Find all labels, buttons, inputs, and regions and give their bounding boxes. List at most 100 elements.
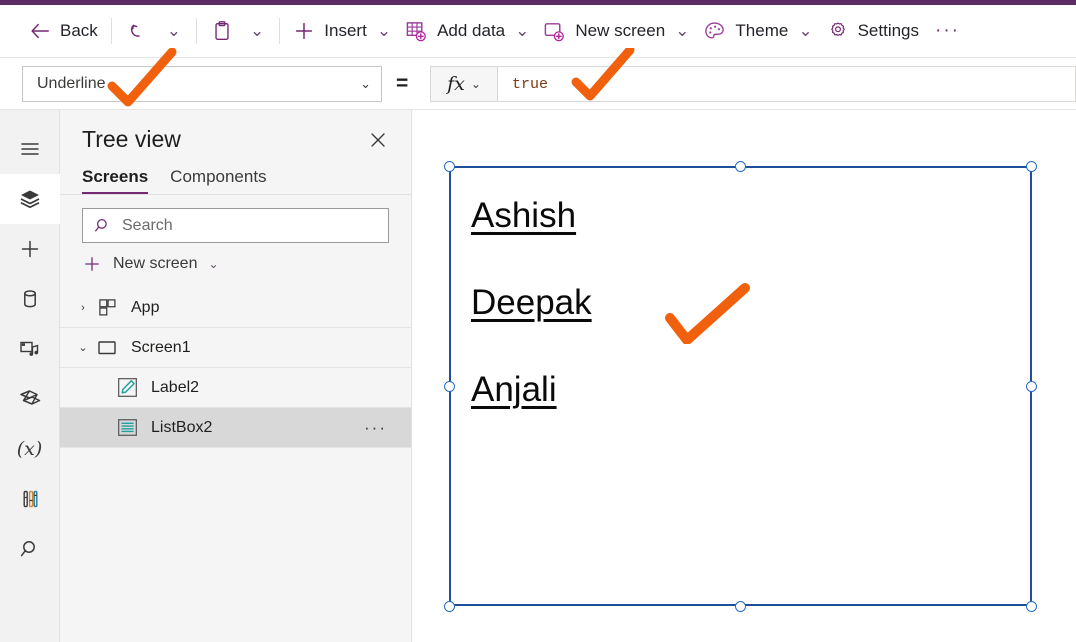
tree-item-label: ListBox2 xyxy=(151,418,213,436)
paste-icon xyxy=(212,20,232,42)
gear-icon xyxy=(827,20,849,42)
tree-item-screen1[interactable]: ⌄ Screen1 xyxy=(60,328,411,368)
power-automate-icon[interactable] xyxy=(0,374,60,424)
chevron-down-icon: ⌄ xyxy=(208,257,219,271)
tree-list: › App ⌄ Screen1 Label2 ListBox2 ··· xyxy=(60,288,411,448)
chevron-down-icon: ⌄ xyxy=(798,21,813,40)
separator xyxy=(279,18,281,44)
settings-label: Settings xyxy=(857,21,920,40)
media-icon[interactable] xyxy=(0,324,60,374)
property-dropdown[interactable]: Underline ⌄ xyxy=(22,66,382,102)
paste-button[interactable] xyxy=(203,11,241,51)
tree-item-label2[interactable]: Label2 xyxy=(60,368,411,408)
separator xyxy=(196,18,198,44)
settings-button[interactable]: Settings xyxy=(820,11,926,51)
resize-handle-bottom-right[interactable] xyxy=(1026,601,1037,612)
resize-handle-bottom-left[interactable] xyxy=(444,601,455,612)
tree-item-context-menu-button[interactable]: ··· xyxy=(364,418,387,438)
listbox-control[interactable]: Ashish Deepak Anjali xyxy=(449,166,1032,606)
search-icon[interactable] xyxy=(0,524,60,574)
ellipsis-icon: ··· xyxy=(935,20,960,41)
formula-text: true xyxy=(512,75,549,93)
arrow-left-icon xyxy=(29,20,51,42)
screen-icon xyxy=(94,338,120,358)
new-screen-tree-button[interactable]: New screen ⌄ xyxy=(60,243,411,274)
theme-label: Theme xyxy=(735,21,789,40)
new-screen-icon xyxy=(543,20,566,43)
left-icon-rail: (x) xyxy=(0,110,60,642)
new-screen-tree-label: New screen xyxy=(113,255,198,272)
search-input[interactable]: Search xyxy=(82,208,389,243)
chevron-down-icon: ⌄ xyxy=(376,21,392,40)
listbox-item[interactable]: Deepak xyxy=(471,283,592,323)
undo-dropdown-button[interactable]: ⌄ xyxy=(158,11,190,51)
tools-icon[interactable] xyxy=(0,474,60,524)
undo-icon xyxy=(127,20,149,42)
variables-icon[interactable]: (x) xyxy=(0,424,60,474)
search-placeholder: Search xyxy=(122,216,173,234)
tab-components-label: Components xyxy=(170,167,267,186)
back-label: Back xyxy=(60,21,98,40)
resize-handle-top-right[interactable] xyxy=(1026,161,1037,172)
undo-button[interactable] xyxy=(118,11,158,51)
label-icon xyxy=(114,377,140,398)
tree-view-panel: Tree view Screens Components Search New … xyxy=(60,110,412,642)
resize-handle-top-center[interactable] xyxy=(735,161,746,172)
plus-icon xyxy=(293,20,315,42)
equals-sign: = xyxy=(396,72,409,95)
panel-title: Tree view xyxy=(82,126,181,152)
chevron-down-icon: ⌄ xyxy=(470,77,481,91)
tab-components[interactable]: Components xyxy=(170,167,266,194)
close-icon[interactable] xyxy=(367,129,389,151)
chevron-down-icon: ⌄ xyxy=(250,21,265,40)
search-container: Search xyxy=(60,195,411,243)
power-apps-studio: Back ⌄ ⌄ Insert ⌄ Add data ⌄ New screen … xyxy=(0,0,1076,642)
search-icon xyxy=(93,216,112,235)
resize-handle-top-left[interactable] xyxy=(444,161,455,172)
property-dropdown-value: Underline xyxy=(37,75,106,92)
tree-view-tabs: Screens Components xyxy=(60,153,411,195)
listbox-item[interactable]: Anjali xyxy=(471,370,557,410)
tree-item-label: Screen1 xyxy=(131,338,191,356)
listbox-item[interactable]: Ashish xyxy=(471,196,576,236)
fx-button[interactable]: fx ⌄ xyxy=(430,66,498,102)
separator xyxy=(110,18,112,44)
tab-screens[interactable]: Screens xyxy=(82,167,149,194)
menu-icon[interactable] xyxy=(0,124,60,174)
resize-handle-middle-right[interactable] xyxy=(1026,381,1037,392)
chevron-down-icon: ⌄ xyxy=(675,21,690,40)
listbox-icon xyxy=(114,417,140,438)
insert-icon[interactable] xyxy=(0,224,60,274)
tab-screens-label: Screens xyxy=(82,167,149,186)
insert-button[interactable]: Insert ⌄ xyxy=(286,11,398,51)
add-data-icon xyxy=(405,20,428,43)
resize-handle-bottom-center[interactable] xyxy=(735,601,746,612)
add-data-button[interactable]: Add data ⌄ xyxy=(398,11,536,51)
insert-label: Insert xyxy=(324,21,367,40)
paste-dropdown-button[interactable]: ⌄ xyxy=(241,11,273,51)
palette-icon xyxy=(703,20,726,43)
chevron-down-icon[interactable]: ⌄ xyxy=(72,341,94,354)
command-bar: Back ⌄ ⌄ Insert ⌄ Add data ⌄ New screen … xyxy=(0,5,1076,58)
tree-item-label: Label2 xyxy=(151,378,200,396)
app-canvas[interactable]: Ashish Deepak Anjali xyxy=(412,110,1076,642)
data-icon[interactable] xyxy=(0,274,60,324)
tree-item-label: App xyxy=(131,298,160,316)
chevron-down-icon: ⌄ xyxy=(166,21,182,40)
chevron-right-icon[interactable]: › xyxy=(72,302,94,314)
tree-item-listbox2[interactable]: ListBox2 ··· xyxy=(60,408,411,448)
tree-item-app[interactable]: › App xyxy=(60,288,411,328)
resize-handle-middle-left[interactable] xyxy=(444,381,455,392)
overflow-button[interactable]: ··· xyxy=(926,11,969,51)
new-screen-button[interactable]: New screen ⌄ xyxy=(536,11,696,51)
plus-icon xyxy=(82,254,102,274)
theme-button[interactable]: Theme ⌄ xyxy=(696,11,819,51)
chevron-down-icon: ⌄ xyxy=(515,21,530,40)
formula-input[interactable]: true xyxy=(498,66,1076,102)
back-button[interactable]: Back xyxy=(22,11,105,51)
tree-view-header: Tree view xyxy=(60,110,411,153)
app-icon xyxy=(94,298,120,317)
tree-view-icon[interactable] xyxy=(0,174,60,224)
add-data-label: Add data xyxy=(437,21,506,40)
new-screen-label: New screen xyxy=(575,21,666,40)
